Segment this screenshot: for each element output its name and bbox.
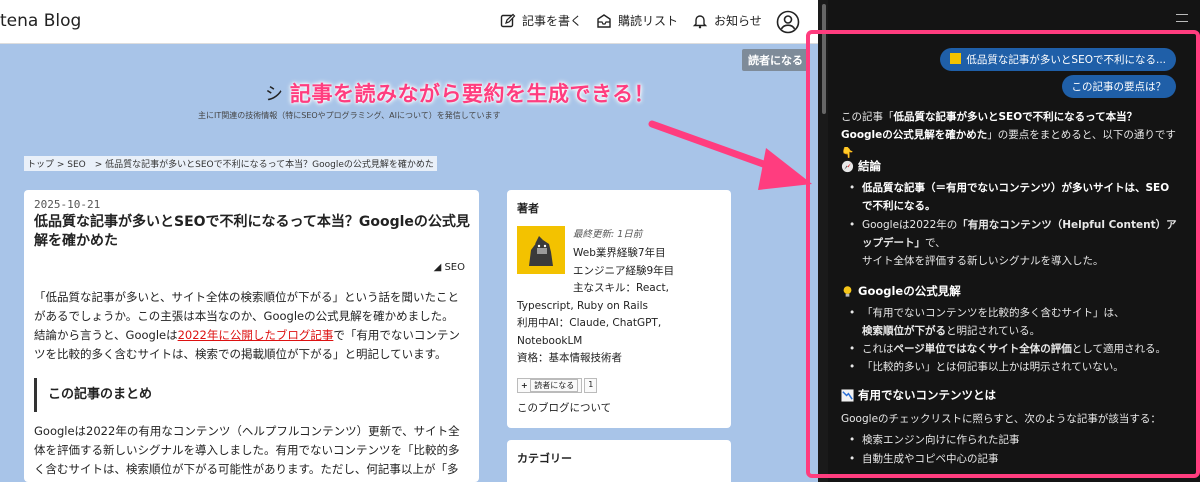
user-question-chip[interactable]: この記事の要点は？ <box>1061 75 1176 98</box>
subscriber-count: 1 <box>584 378 598 393</box>
author-line: エンジニア経験9年目 <box>573 264 675 277</box>
answer-bullet-text: これは <box>862 343 894 355</box>
category-tag[interactable]: ◢ SEO <box>434 262 465 273</box>
notifications-link[interactable]: お知らせ <box>692 12 762 29</box>
author-profile: Web業界経験7年目 エンジニア経験9年目 主なスキル：React, Types… <box>517 245 727 368</box>
section-official-heading: Googleの公式見解 <box>841 283 961 299</box>
answer-bullet: 検索エンジン向けに作られた記事 <box>849 431 1177 449</box>
section-conclusion-heading: 結論 <box>841 158 881 174</box>
arrow-icon <box>648 120 812 190</box>
about-blog-link[interactable]: このブログについて <box>517 400 611 415</box>
answer-bullet: 「比較的多い」とは何記事以上かは明示されていない。 <box>849 358 1177 376</box>
post-title[interactable]: 低品質な記事が多いとSEOで不利になるって本当？Googleの公式見解を確かめた <box>34 213 474 251</box>
author-card: 著者 最終更新: 1日前 Web業界経験7年目 エンジニア経験9年目 主なスキル… <box>507 190 731 428</box>
author-line: 利用中AI：Claude, ChatGPT, <box>517 317 662 329</box>
answer-bullet-text: サイト全体を評価する新しいシグナルを導入した。 <box>862 255 1104 267</box>
reading-list-label: 購読リスト <box>618 14 679 28</box>
blog-title[interactable]: シ <box>265 80 283 106</box>
write-article-label: 記事を書く <box>522 14 583 28</box>
answer-bullet-strong: 検索順位が下がる <box>862 325 946 337</box>
article-card: 2025-10-21 低品質な記事が多いとSEOで不利になるって本当？Googl… <box>24 190 479 482</box>
answer-bullet-text: 「有用でないコンテンツを比較的多く含むサイト」は、 <box>862 307 1125 319</box>
answer-bullet-strong: ページ単位ではなくサイト全体の評価 <box>893 343 1072 355</box>
subscribe-widget[interactable]: + 読者になる 1 <box>517 378 598 393</box>
answer-bullet-text: と明記されている。 <box>946 325 1041 337</box>
author-line: NotebookLM <box>517 334 583 347</box>
plus-icon: + <box>521 381 528 390</box>
blog-page: tena Blog 記事を書く 購読リスト お知らせ 読者になる シ 主にIT関… <box>0 0 818 482</box>
menu-icon[interactable] <box>1176 14 1188 22</box>
edit-icon <box>500 13 516 27</box>
write-article-link[interactable]: 記事を書く <box>500 12 582 29</box>
answer-bullet-text: として適用される。 <box>1071 343 1166 355</box>
answer-bullet: これはページ単位ではなくサイト全体の評価として適用される。 <box>849 340 1177 358</box>
blog-tagline: 主にIT関連の技術情報（特にSEOやプログラミング、AIについて）を発信していま… <box>198 111 501 120</box>
top-bar: tena Blog 記事を書く 購読リスト お知らせ <box>0 0 818 44</box>
lightbulb-icon <box>843 285 852 297</box>
answer-bullet-text: Googleは2022年の <box>862 219 958 231</box>
subscribe-small-label: 読者になる <box>530 379 579 392</box>
bell-icon <box>692 14 708 28</box>
author-line: Typescript, Ruby on Rails <box>517 299 648 312</box>
google-blog-link[interactable]: 2022年に公開したブログ記事 <box>178 328 334 342</box>
article-thumbnail-icon <box>950 53 962 64</box>
compass-icon <box>841 160 854 172</box>
category-heading: カテゴリー <box>517 452 572 465</box>
answer-bullet-text: で、 <box>925 237 946 249</box>
breadcrumb[interactable]: トップ > SEO > 低品質な記事が多いとSEOで不利になるって本当？Goog… <box>24 156 437 171</box>
author-line: 資格：基本情報技術者 <box>517 352 622 364</box>
section-unhelpful-title: 有用でないコンテンツとは <box>858 388 996 402</box>
answer-paragraph: Googleのチェックリストに照らすと、次のような記事が該当する： <box>841 413 1161 425</box>
notifications-label: お知らせ <box>714 14 762 28</box>
category-card: カテゴリー <box>507 440 731 482</box>
post-date: 2025-10-21 <box>34 198 101 211</box>
author-heading: 著者 <box>517 202 539 215</box>
answer-bullet: 低品質な記事（＝有用でないコンテンツ）が多いサイトは、SEOで不利になる。 <box>849 179 1177 215</box>
post-summary-text: Googleは2022年の有用なコンテンツ（ヘルプフルコンテンツ）更新で、サイト… <box>34 424 460 482</box>
answer-bullet-text: 自動生成やコピペ中心の記事 <box>862 453 999 465</box>
answer-bullet-text: 「比較的多い」とは何記事以上かは明示されていない。 <box>862 361 1124 373</box>
answer-bullet: 自動生成やコピペ中心の記事 <box>849 450 1177 468</box>
section-official-title: Googleの公式見解 <box>858 284 961 298</box>
screen: tena Blog 記事を書く 購読リスト お知らせ 読者になる シ 主にIT関… <box>0 0 1200 482</box>
answer-bullet: Googleは2022年の「有用なコンテンツ（Helpful Content）ア… <box>849 216 1177 270</box>
post-intro: 「低品質な記事が多いと、サイト全体の検索順位が下がる」という話を聞いたことがある… <box>34 288 464 364</box>
chart-down-icon <box>841 388 854 402</box>
brand-logo[interactable]: tena Blog <box>0 11 81 31</box>
promo-headline: 記事を読みながら要約を生成できる！ <box>290 82 656 106</box>
answer-bullet: 「有用でないコンテンツを比較的多く含むサイト」は、検索順位が下がると明記されてい… <box>849 304 1177 340</box>
inbox-icon <box>597 13 611 28</box>
author-line: Web業界経験7年目 <box>573 247 666 259</box>
scrollbar-thumb[interactable] <box>822 4 826 114</box>
summary-heading: この記事のまとめ <box>34 378 152 412</box>
reading-list-link[interactable]: 購読リスト <box>596 12 678 29</box>
category-tag-label: SEO <box>444 262 465 273</box>
answer-intro: この記事「低品質な記事が多いとSEOで不利になるって本当？Googleの公式見解… <box>841 108 1176 162</box>
answer-bullet-text: 検索エンジン向けに作られた記事 <box>862 434 1020 446</box>
article-context-label: 低品質な記事が多いとSEOで不利になる... <box>966 54 1166 66</box>
author-last-updated: 最終更新: 1日前 <box>573 229 643 240</box>
subscribe-small-button[interactable]: + 読者になる <box>517 378 583 393</box>
subscribe-button[interactable]: 読者になる <box>742 49 809 71</box>
author-line: 主なスキル：React, <box>573 282 669 294</box>
tag-icon: ◢ <box>433 262 442 273</box>
section-conclusion-title: 結論 <box>858 159 881 173</box>
article-context-chip[interactable]: 低品質な記事が多いとSEOで不利になる... <box>940 48 1176 71</box>
section-unhelpful-heading: 有用でないコンテンツとは <box>841 387 996 403</box>
user-avatar-icon[interactable] <box>776 10 800 34</box>
answer-bullet-text: 低品質な記事（＝有用でないコンテンツ）が多いサイトは、SEOで不利になる。 <box>862 182 1170 212</box>
answer-intro-text-1: この記事「 <box>841 111 894 123</box>
